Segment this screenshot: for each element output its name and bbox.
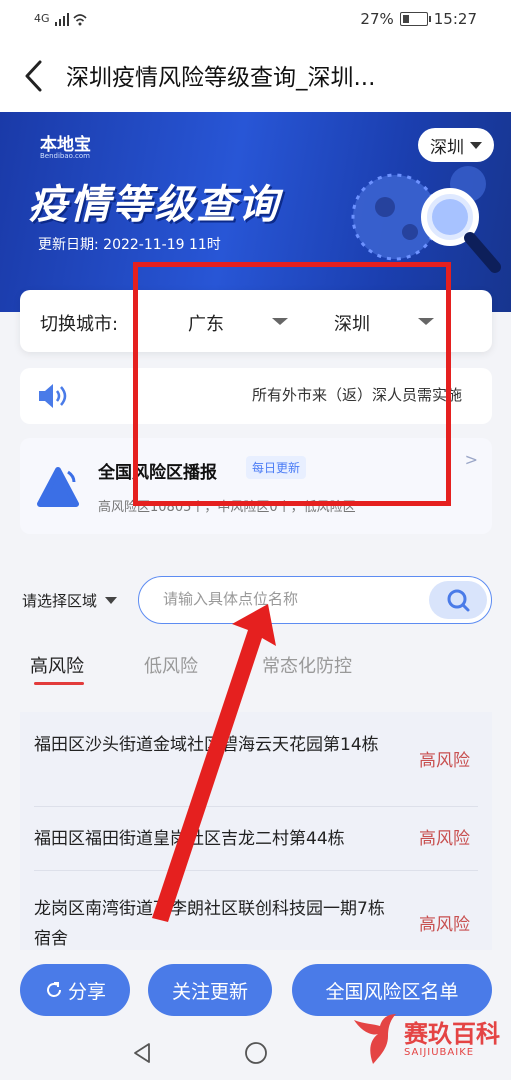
region-dropdown[interactable]: 请选择区域 bbox=[22, 590, 118, 611]
region-chevron-down-icon bbox=[105, 597, 118, 604]
share-icon bbox=[47, 982, 61, 997]
whale-tail-logo-icon bbox=[354, 1014, 396, 1064]
update-date: 更新日期: 2022-11-19 11时 bbox=[38, 237, 221, 253]
list-item-location: 龙岗区南湾街道下李朗社区联创科技园一期7栋宿舍 bbox=[34, 899, 385, 949]
search-button[interactable] bbox=[429, 581, 487, 619]
follow-updates-button[interactable]: 关注更新 bbox=[148, 964, 272, 1016]
list-item[interactable]: 福田区福田街道皇岗社区吉龙二村第44栋 高风险 bbox=[34, 806, 478, 871]
list-item[interactable]: 龙岗区南湾街道下李朗社区联创科技园一期7栋宿舍 高风险 bbox=[34, 870, 478, 950]
tab-normal-control[interactable]: 常态化防控 bbox=[262, 652, 352, 678]
list-item-risk: 高风险 bbox=[419, 751, 470, 771]
share-button[interactable]: 分享 bbox=[20, 964, 130, 1016]
list-item-risk: 高风险 bbox=[419, 915, 470, 935]
network-label: 4G bbox=[34, 12, 50, 25]
clock: 15:27 bbox=[433, 10, 477, 28]
page-title: 深圳疫情风险等级查询_深圳... bbox=[66, 65, 376, 91]
status-right: 27% 15:27 bbox=[360, 10, 477, 28]
nav-home-icon[interactable] bbox=[244, 1041, 268, 1065]
city-switch-card: 切换城市: 广东 深圳 bbox=[20, 290, 492, 352]
watermark-title: 赛玖百科 bbox=[404, 1019, 500, 1048]
city-select[interactable]: 深圳 bbox=[334, 310, 370, 336]
risk-area-list: 福田区沙头街道金域社区碧海云天花园第14栋 高风险 福田区福田街道皇岗社区吉龙二… bbox=[20, 712, 492, 950]
search-input[interactable] bbox=[161, 589, 425, 609]
virus-magnifier-icon bbox=[351, 166, 501, 273]
hero-banner: 本地宝 Bendibao.com 深圳 疫情等级查询 更新日期: 2022-11… bbox=[0, 112, 511, 312]
site-watermark: 赛玖百科 SAIJIUBAIKE bbox=[348, 1012, 500, 1066]
region-label: 请选择区域 bbox=[22, 592, 98, 610]
share-label: 分享 bbox=[67, 980, 106, 1003]
list-item-location: 福田区沙头街道金域社区碧海云天花园第14栋 bbox=[34, 735, 379, 755]
title-bar: 深圳疫情风险等级查询_深圳... bbox=[0, 40, 511, 112]
search-box bbox=[138, 576, 492, 624]
daily-update-badge: 每日更新 bbox=[246, 456, 307, 479]
watermark-subtitle: SAIJIUBAIKE bbox=[404, 1046, 475, 1058]
chevron-right-icon[interactable]: > bbox=[465, 450, 478, 469]
city-switch-label: 切换城市: bbox=[40, 314, 119, 335]
alert-bell-icon bbox=[37, 467, 79, 507]
notice-card[interactable]: 所有外市来（返）深人员需实施 bbox=[20, 368, 492, 424]
active-tab-indicator bbox=[34, 682, 84, 685]
broadcast-card[interactable]: 全国风险区播报 每日更新 高风险区10805个，中风险区0个，低风险区 > bbox=[20, 438, 492, 534]
tab-high-risk[interactable]: 高风险 bbox=[30, 652, 84, 678]
back-arrow-icon[interactable] bbox=[22, 58, 46, 94]
broadcast-summary: 高风险区10805个，中风险区0个，低风险区 bbox=[98, 500, 356, 515]
banner-title: 疫情等级查询 bbox=[28, 182, 280, 228]
national-risk-list-button[interactable]: 全国风险区名单 bbox=[292, 964, 492, 1016]
search-icon bbox=[447, 589, 470, 612]
signal-icon bbox=[55, 13, 87, 26]
city-chevron-down-icon[interactable] bbox=[418, 318, 434, 325]
signal-indicator: 4G bbox=[34, 12, 87, 26]
tab-low-risk[interactable]: 低风险 bbox=[144, 652, 198, 678]
province-select[interactable]: 广东 bbox=[188, 310, 224, 336]
status-bar: 4G 27% 15:27 bbox=[0, 0, 511, 40]
battery-icon bbox=[399, 12, 431, 26]
notice-text: 所有外市来（返）深人员需实施 bbox=[252, 386, 463, 404]
province-chevron-down-icon[interactable] bbox=[272, 318, 288, 325]
brand-domain: Bendibao.com bbox=[40, 152, 91, 160]
nav-back-icon[interactable] bbox=[132, 1042, 152, 1064]
list-item-location: 福田区福田街道皇岗社区吉龙二村第44栋 bbox=[34, 829, 345, 849]
list-item[interactable]: 福田区沙头街道金域社区碧海云天花园第14栋 高风险 bbox=[34, 712, 478, 807]
broadcast-title: 全国风险区播报 bbox=[98, 463, 217, 483]
list-item-risk: 高风险 bbox=[419, 829, 470, 849]
speaker-icon bbox=[39, 384, 67, 408]
battery-percent: 27% bbox=[360, 10, 394, 28]
